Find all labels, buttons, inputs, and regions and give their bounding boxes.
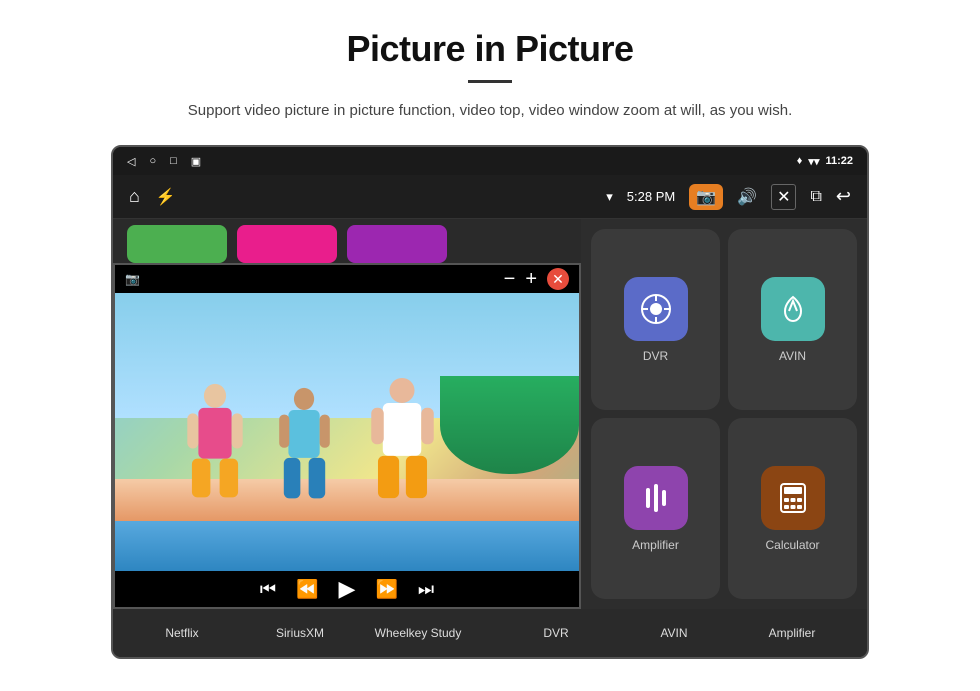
siriusxm-stub[interactable] — [237, 225, 337, 263]
rewind-button[interactable]: ⏮ — [260, 579, 276, 600]
home-nav-icon[interactable]: ○ — [149, 155, 156, 167]
forward-button[interactable]: ⏭ — [418, 579, 434, 600]
calculator-label: Calculator — [765, 538, 819, 552]
amplifier-label: Amplifier — [632, 538, 679, 552]
prev-button[interactable]: ⏪ — [296, 579, 318, 600]
netflix-label: Netflix — [123, 626, 241, 640]
toolbar-usb-icon[interactable]: ⚡ — [156, 187, 176, 207]
water-bg — [115, 515, 579, 571]
app-toolbar: ⌂ ⚡ ▾ 5:28 PM 📷 🔊 ✕ ⧉ ↩ — [113, 175, 867, 219]
pip-container[interactable]: 📷 − + ✕ — [113, 263, 581, 609]
app-tile-dvr[interactable]: DVR — [591, 229, 720, 410]
pip-toolbar-icon[interactable]: ⧉ — [810, 188, 821, 206]
recents-nav-icon[interactable]: □ — [170, 155, 177, 167]
app-grid-top — [113, 219, 581, 269]
dvr-bottom-label: DVR — [497, 626, 615, 640]
main-area: 📷 − + ✕ — [113, 219, 867, 609]
app-tile-avin[interactable]: AVIN — [728, 229, 857, 410]
toolbar-home-icon[interactable]: ⌂ — [129, 186, 140, 207]
avin-label: AVIN — [779, 349, 806, 363]
screenshot-icon[interactable]: ▣ — [191, 155, 201, 168]
pip-header-left: 📷 — [125, 272, 140, 286]
status-time: 11:22 — [825, 155, 853, 167]
dvr-icon — [624, 277, 688, 341]
toolbar-left: ⌂ ⚡ — [129, 186, 176, 207]
volume-toolbar-icon[interactable]: 🔊 — [737, 187, 757, 207]
status-bar-left: ◁ ○ □ ▣ — [127, 155, 201, 168]
avin-bottom-label: AVIN — [615, 626, 733, 640]
wifi-toolbar-icon: ▾ — [606, 189, 613, 205]
app-tile-calculator[interactable]: Calculator — [728, 418, 857, 599]
video-image — [115, 293, 579, 571]
dvr-label: DVR — [643, 349, 668, 363]
location-icon: ♦ — [797, 155, 803, 167]
pip-playback: ⏮ ⏪ ▶ ⏩ ⏭ — [115, 571, 579, 607]
netflix-stub[interactable] — [127, 225, 227, 263]
bottom-labels-bar: Netflix SiriusXM Wheelkey Study DVR AVIN… — [113, 609, 867, 657]
siriusxm-label: SiriusXM — [241, 626, 359, 640]
bottom-labels-right: DVR AVIN Amplifier Calculator — [487, 609, 869, 657]
pip-camera-icon: 📷 — [125, 272, 140, 286]
wifi-icon: ▾▾ — [808, 155, 819, 168]
person1-figure — [185, 382, 245, 502]
person2-figure — [277, 387, 332, 502]
back-toolbar-icon[interactable]: ↩ — [836, 186, 851, 207]
pip-controls-right: − + ✕ — [504, 268, 569, 291]
device-frame: ◁ ○ □ ▣ ♦ ▾▾ 11:22 ⌂ ⚡ ▾ 5:28 PM — [111, 145, 869, 659]
wheelkey-label: Wheelkey Study — [359, 626, 477, 640]
toolbar-time: 5:28 PM — [627, 189, 675, 204]
page-title: Picture in Picture — [346, 28, 633, 70]
calculator-icon — [761, 466, 825, 530]
person3-figure — [370, 377, 435, 502]
page-subtitle: Support video picture in picture functio… — [188, 99, 792, 123]
status-bar-right: ♦ ▾▾ 11:22 — [797, 155, 853, 168]
avin-icon — [761, 277, 825, 341]
app-tile-amplifier[interactable]: Amplifier — [591, 418, 720, 599]
status-bar: ◁ ○ □ ▣ ♦ ▾▾ 11:22 — [113, 147, 867, 175]
bottom-labels-left: Netflix SiriusXM Wheelkey Study — [113, 609, 487, 657]
toolbar-right: ▾ 5:28 PM 📷 🔊 ✕ ⧉ ↩ — [606, 184, 851, 210]
amplifier-icon — [624, 466, 688, 530]
play-button[interactable]: ▶ — [339, 576, 356, 602]
app-grid-right: DVR AVIN — [581, 219, 867, 609]
video-section: 📷 − + ✕ — [113, 219, 581, 609]
camera-toolbar-icon[interactable]: 📷 — [689, 184, 723, 210]
pip-header: 📷 − + ✕ — [115, 265, 579, 293]
close-toolbar-icon[interactable]: ✕ — [771, 184, 796, 210]
pip-close-button[interactable]: ✕ — [547, 268, 569, 290]
calculator-bottom-label: Calculator — [851, 626, 869, 640]
amplifier-bottom-label: Amplifier — [733, 626, 851, 640]
back-nav-icon[interactable]: ◁ — [127, 155, 135, 168]
wheelkey-stub[interactable] — [347, 225, 447, 263]
next-button[interactable]: ⏩ — [375, 579, 397, 600]
trees-bg — [440, 376, 579, 473]
pip-plus-button[interactable]: + — [525, 268, 537, 291]
pip-minus-button[interactable]: − — [504, 268, 516, 291]
title-divider — [468, 80, 512, 83]
